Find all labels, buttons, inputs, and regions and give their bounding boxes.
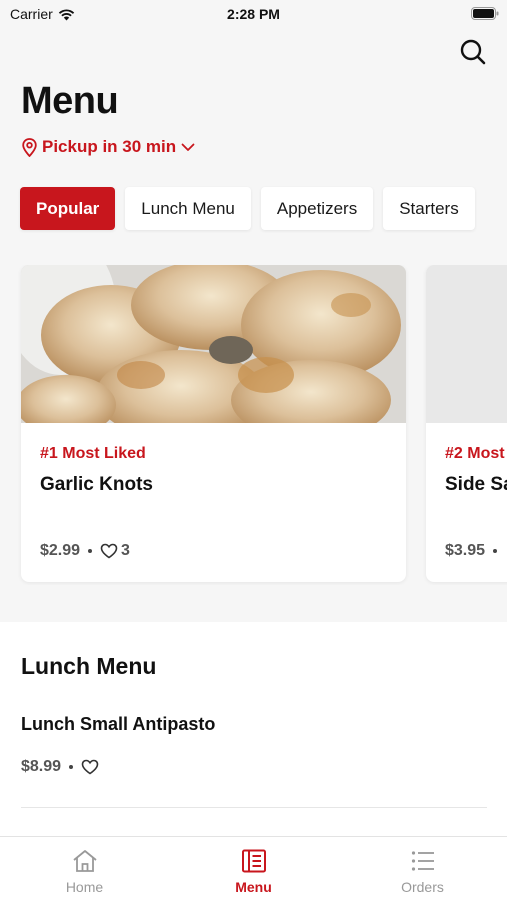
tabbar-orders[interactable]: Orders xyxy=(338,837,507,900)
page-title: Menu xyxy=(21,80,119,122)
tabbar-menu[interactable]: Menu xyxy=(169,837,338,900)
tabbar-label: Menu xyxy=(235,879,272,895)
pickup-label: Pickup in 30 min xyxy=(42,137,177,156)
tabbar-home[interactable]: Home xyxy=(0,837,169,900)
menu-item-name[interactable]: Lunch Small Antipasto xyxy=(21,714,215,735)
popular-card[interactable]: #1 Most Liked Garlic Knots $2.99 3 xyxy=(21,265,406,582)
bottom-tab-bar: Home Menu Orders xyxy=(0,836,507,900)
tabbar-label: Home xyxy=(65,879,104,895)
card-likes[interactable]: 3 xyxy=(100,542,130,560)
section-title: Lunch Menu xyxy=(21,653,157,679)
battery-icon xyxy=(471,7,499,20)
separator-dot xyxy=(88,549,93,553)
side-salad-photo xyxy=(426,265,507,423)
heart-icon xyxy=(100,543,118,559)
card-rank: #1 Most Liked xyxy=(40,445,146,462)
list-icon xyxy=(411,851,434,871)
pickup-selector[interactable]: Pickup in 30 min xyxy=(22,137,195,157)
search-icon xyxy=(460,39,486,65)
tab-popular[interactable]: Popular xyxy=(20,187,116,230)
lunch-menu-section: Lunch Menu Lunch Small Antipasto $8.99 xyxy=(0,622,507,852)
tab-lunch-menu[interactable]: Lunch Menu xyxy=(125,187,251,230)
separator-dot xyxy=(69,765,74,769)
home-icon xyxy=(72,850,97,872)
card-price: $2.99 xyxy=(40,542,81,559)
menu-book-icon xyxy=(241,849,266,873)
card-price: $3.95 xyxy=(445,542,486,559)
separator-dot xyxy=(493,549,498,553)
card-item-name: Garlic Knots xyxy=(40,474,153,495)
garlic-knots-photo xyxy=(21,265,406,423)
card-meta: $2.99 3 xyxy=(40,542,130,560)
card-meta: $3.95 xyxy=(445,542,498,560)
chevron-down-icon xyxy=(181,143,195,151)
heart-icon[interactable] xyxy=(81,759,99,775)
divider xyxy=(21,807,487,808)
status-bar: Carrier 2:28 PM xyxy=(0,0,507,28)
tabbar-label: Orders xyxy=(401,879,444,895)
search-button[interactable] xyxy=(459,38,487,66)
tab-starters[interactable]: Starters xyxy=(383,187,475,230)
card-rank: #2 Most Liked xyxy=(445,445,507,462)
tab-appetizers[interactable]: Appetizers xyxy=(260,187,374,230)
status-time: 2:28 PM xyxy=(227,6,280,22)
menu-item-meta: $8.99 xyxy=(21,758,99,776)
popular-carousel[interactable]: #1 Most Liked Garlic Knots $2.99 3 #2 Mo… xyxy=(0,265,507,585)
popular-card[interactable]: #2 Most Liked Side Salad $3.95 xyxy=(426,265,507,582)
likes-count: 3 xyxy=(121,542,130,559)
location-pin-icon xyxy=(22,137,37,157)
category-tabs: Popular Lunch Menu Appetizers Starters xyxy=(20,187,475,230)
menu-item-price: $8.99 xyxy=(21,758,62,775)
card-item-name: Side Salad xyxy=(445,474,507,495)
